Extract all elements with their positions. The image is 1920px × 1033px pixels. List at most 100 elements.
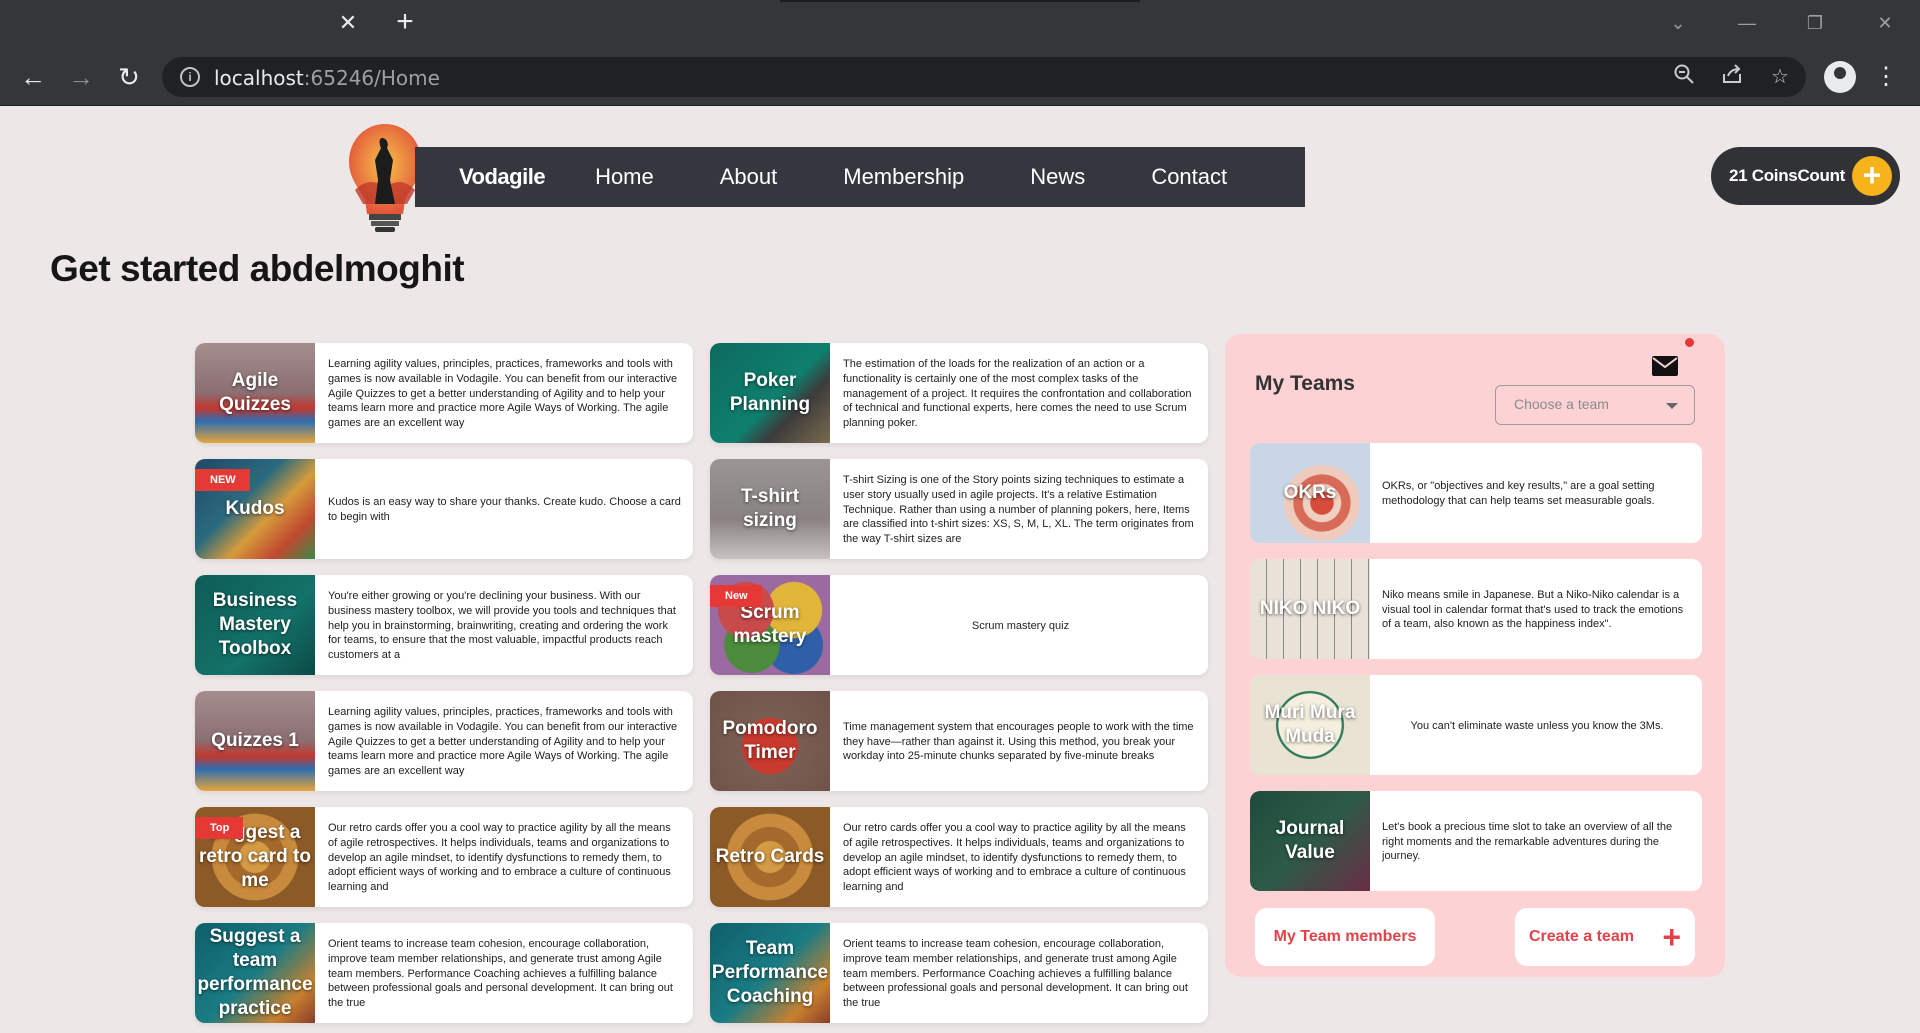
my-team-members-button[interactable]: My Team members bbox=[1255, 908, 1435, 966]
card-description: You can't eliminate waste unless you kno… bbox=[1410, 719, 1664, 732]
add-coins-plus-icon[interactable]: + bbox=[1852, 156, 1892, 196]
nav-link-contact[interactable]: Contact bbox=[1151, 164, 1227, 190]
card-poker-planning[interactable]: Poker Planning The estimation of the loa… bbox=[710, 343, 1208, 443]
forward-icon[interactable]: → bbox=[63, 59, 99, 95]
restore-icon[interactable]: ❐ bbox=[1797, 8, 1833, 38]
card-title: Poker Planning bbox=[729, 370, 811, 415]
card-title: Journal Value bbox=[1275, 818, 1345, 863]
coins-count-label: 21 CoinsCount bbox=[1729, 166, 1846, 185]
card-thumbnail: New Scrum mastery bbox=[710, 575, 830, 675]
card-description: Learning agility values, principles, pra… bbox=[328, 706, 678, 778]
my-teams-panel: My Teams Choose a team OKRs OKRs, or "ob… bbox=[1225, 334, 1725, 977]
site-info-icon[interactable]: i bbox=[180, 67, 200, 87]
tab-close-icon[interactable]: ✕ bbox=[335, 10, 361, 36]
address-bar[interactable]: i localhost:65246/Home ☆ bbox=[162, 57, 1806, 97]
nav-link-membership[interactable]: Membership bbox=[843, 164, 964, 190]
card-title: Kudos bbox=[225, 498, 285, 519]
card-description: Niko means smile in Japanese. But a Niko… bbox=[1382, 588, 1684, 631]
card-thumbnail: Retro Cards bbox=[710, 807, 830, 907]
card-title: Retro Cards bbox=[715, 846, 825, 867]
card-team-performance-coaching[interactable]: Team Performance Coaching Orient teams t… bbox=[710, 923, 1208, 1023]
card-badge-top: Top bbox=[195, 817, 244, 839]
card-description: You're either growing or you're declinin… bbox=[328, 590, 676, 662]
card-thumbnail: Top Suggest a retro card to me bbox=[195, 807, 315, 907]
card-thumbnail: Pomodoro Timer bbox=[710, 691, 830, 791]
card-description: T-shirt Sizing is one of the Story point… bbox=[843, 474, 1194, 546]
card-thumbnail: Poker Planning bbox=[710, 343, 830, 443]
card-pomodoro-timer[interactable]: Pomodoro Timer Time management system th… bbox=[710, 691, 1208, 791]
card-badge-new: New bbox=[710, 585, 762, 607]
card-title: Business Mastery Toolbox bbox=[212, 590, 298, 659]
card-thumbnail: Agile Quizzes bbox=[195, 343, 315, 443]
close-window-icon[interactable]: ✕ bbox=[1867, 8, 1903, 38]
tab-search-chevron-icon[interactable]: ⌄ bbox=[1660, 8, 1696, 38]
card-description: OKRs, or "objectives and key results," a… bbox=[1382, 480, 1655, 507]
vodagile-logo[interactable] bbox=[345, 120, 425, 242]
team-card-niko-niko[interactable]: NIKO NIKO Niko means smile in Japanese. … bbox=[1250, 559, 1702, 659]
card-description: Learning agility values, principles, pra… bbox=[328, 358, 678, 430]
profile-avatar-icon[interactable] bbox=[1824, 61, 1856, 93]
share-icon[interactable] bbox=[1718, 63, 1746, 91]
back-icon[interactable]: ← bbox=[15, 59, 51, 95]
card-thumbnail: T-shirt sizing bbox=[710, 459, 830, 559]
team-card-muri-mura-muda[interactable]: Muri Mura Muda You can't eliminate waste… bbox=[1250, 675, 1702, 775]
create-team-plus-icon: + bbox=[1662, 919, 1681, 955]
nav-link-news[interactable]: News bbox=[1030, 164, 1085, 190]
choose-team-placeholder: Choose a team bbox=[1514, 396, 1609, 412]
browser-tab-bar: ✕ + ⌄ — ❐ ✕ bbox=[0, 0, 1920, 48]
minimize-icon[interactable]: — bbox=[1729, 8, 1765, 38]
card-thumbnail: NIKO NIKO bbox=[1250, 559, 1370, 659]
card-thumbnail: Journal Value bbox=[1250, 791, 1370, 891]
nav-link-about[interactable]: About bbox=[720, 164, 778, 190]
url-path: :65246/Home bbox=[303, 66, 440, 90]
reload-icon[interactable]: ↻ bbox=[111, 59, 147, 95]
card-title: Scrum mastery bbox=[733, 602, 807, 647]
card-title: T-shirt sizing bbox=[740, 486, 800, 531]
card-business-mastery-toolbox[interactable]: Business Mastery Toolbox You're either g… bbox=[195, 575, 693, 675]
choose-team-select[interactable]: Choose a team bbox=[1495, 385, 1695, 425]
card-title: Pomodoro Timer bbox=[722, 718, 818, 763]
card-title: OKRs bbox=[1283, 482, 1337, 503]
card-description: Our retro cards offer you a cool way to … bbox=[328, 822, 671, 894]
new-tab-icon[interactable]: + bbox=[390, 7, 420, 38]
browser-menu-icon[interactable]: ⋮ bbox=[1874, 59, 1898, 95]
create-team-button[interactable]: Create a team + bbox=[1515, 908, 1695, 966]
card-tshirt-sizing[interactable]: T-shirt sizing T-shirt Sizing is one of … bbox=[710, 459, 1208, 559]
main-nav: Vodagile Home About Membership News Cont… bbox=[415, 147, 1305, 207]
card-scrum-mastery[interactable]: New Scrum mastery Scrum mastery quiz bbox=[710, 575, 1208, 675]
my-teams-title: My Teams bbox=[1255, 372, 1355, 395]
card-badge-new: NEW bbox=[195, 469, 250, 491]
card-title: Agile Quizzes bbox=[219, 370, 291, 415]
mail-icon[interactable] bbox=[1652, 356, 1678, 376]
card-thumbnail: NEW Kudos bbox=[195, 459, 315, 559]
card-suggest-team-performance[interactable]: Suggest a team performance practice Orie… bbox=[195, 923, 693, 1023]
url-text[interactable]: localhost:65246/Home bbox=[214, 66, 440, 90]
card-agile-quizzes[interactable]: Agile Quizzes Learning agility values, p… bbox=[195, 343, 693, 443]
caret-down-icon bbox=[1666, 403, 1678, 409]
card-suggest-retro-card[interactable]: Top Suggest a retro card to me Our retro… bbox=[195, 807, 693, 907]
card-description: The estimation of the loads for the real… bbox=[843, 358, 1192, 430]
card-thumbnail: Business Mastery Toolbox bbox=[195, 575, 315, 675]
card-description: Let's book a precious time slot to take … bbox=[1382, 820, 1673, 863]
browser-toolbar: ← → ↻ i localhost:65246/Home ☆ ⋮ bbox=[0, 48, 1920, 106]
card-description: Time management system that encourages p… bbox=[843, 720, 1194, 763]
team-card-journal-value[interactable]: Journal Value Let's book a precious time… bbox=[1250, 791, 1702, 891]
card-description: Orient teams to increase team cohesion, … bbox=[843, 938, 1188, 1010]
card-title: Team Performance Coaching bbox=[711, 938, 829, 1007]
coins-count-pill[interactable]: 21 CoinsCount + bbox=[1711, 147, 1900, 205]
nav-link-home[interactable]: Home bbox=[595, 164, 654, 190]
card-thumbnail: Suggest a team performance practice bbox=[195, 923, 315, 1023]
card-kudos[interactable]: NEW Kudos Kudos is an easy way to share … bbox=[195, 459, 693, 559]
card-thumbnail: Quizzes 1 bbox=[195, 691, 315, 791]
card-description: Scrum mastery quiz bbox=[971, 619, 1070, 632]
card-quizzes-1[interactable]: Quizzes 1 Learning agility values, princ… bbox=[195, 691, 693, 791]
bookmark-star-icon[interactable]: ☆ bbox=[1766, 63, 1794, 91]
card-retro-cards[interactable]: Retro Cards Our retro cards offer you a … bbox=[710, 807, 1208, 907]
notification-dot bbox=[1685, 338, 1694, 347]
card-thumbnail: Team Performance Coaching bbox=[710, 923, 830, 1023]
card-title: Quizzes 1 bbox=[211, 730, 299, 751]
card-thumbnail: Muri Mura Muda bbox=[1250, 675, 1370, 775]
team-card-okrs[interactable]: OKRs OKRs, or "objectives and key result… bbox=[1250, 443, 1702, 543]
nav-brand[interactable]: Vodagile bbox=[459, 164, 546, 190]
zoom-icon[interactable] bbox=[1670, 63, 1698, 91]
